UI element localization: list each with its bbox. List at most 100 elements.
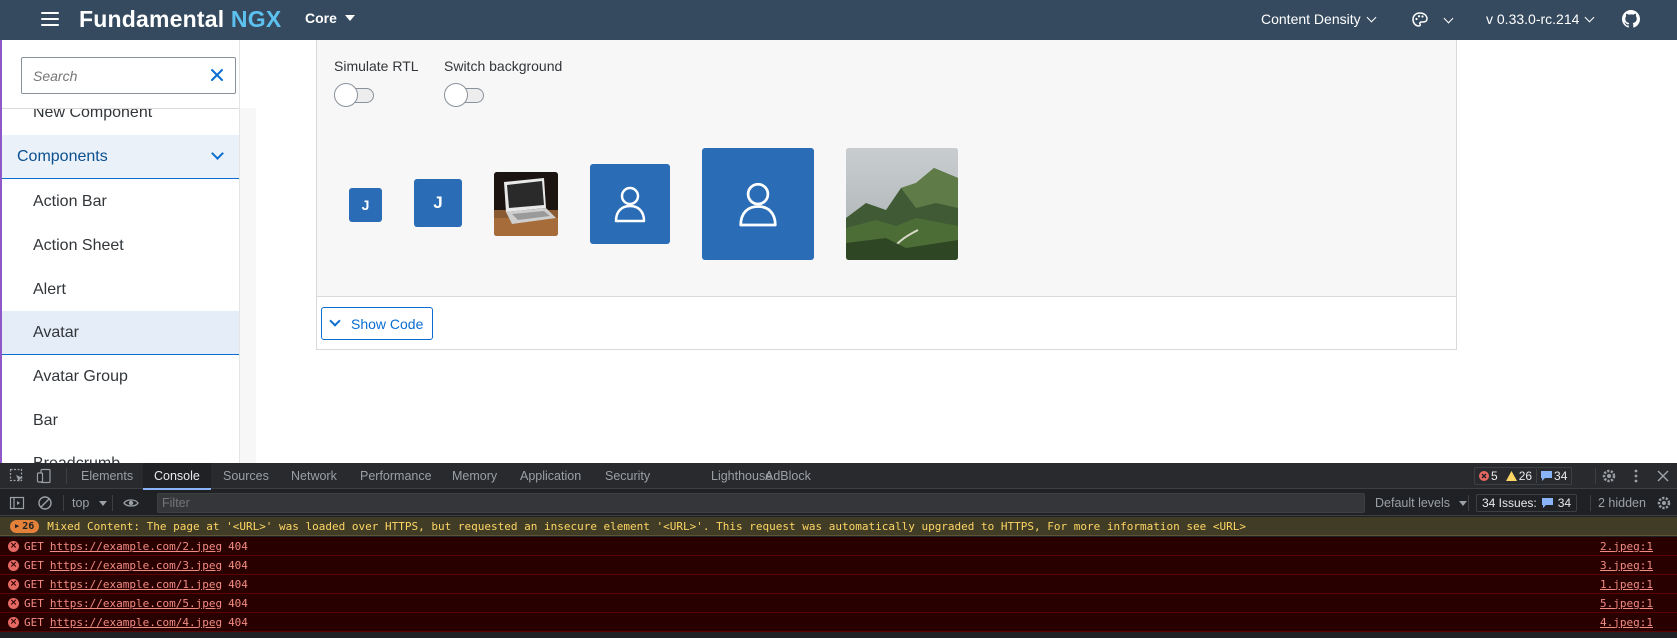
error-source-link[interactable]: 5.jpeg:1 (1600, 597, 1653, 610)
chevron-down-icon (1584, 12, 1595, 22)
sidebar-section-components[interactable]: Components (0, 135, 239, 179)
caret-down-icon (344, 15, 355, 21)
error-status-code: 404 (228, 596, 248, 610)
error-source-link[interactable]: 2.jpeg:1 (1600, 540, 1653, 553)
sidebar-item-action-bar[interactable]: Action Bar (0, 180, 239, 224)
hidden-messages-count: 2 hidden (1598, 496, 1646, 510)
github-link[interactable] (1622, 10, 1640, 28)
content-density-menu[interactable]: Content Density (1261, 11, 1377, 27)
close-icon[interactable] (209, 67, 225, 83)
tab-console[interactable]: Console (143, 463, 211, 490)
sidebar-toggle-icon[interactable] (9, 495, 25, 511)
show-code-button[interactable]: Show Code (321, 307, 434, 340)
error-source-link[interactable]: 1.jpeg:1 (1600, 578, 1653, 591)
divider (1590, 495, 1591, 511)
error-icon: × (8, 597, 19, 609)
sidebar-item-breadcrumb[interactable]: Breadcrumb (0, 442, 239, 463)
message-icon (1541, 471, 1553, 481)
theme-menu[interactable] (1411, 11, 1454, 29)
tab-sources[interactable]: Sources (219, 463, 273, 489)
avatar-image-landscape (846, 148, 958, 260)
context-label: top (72, 496, 90, 510)
sidebar-item-avatar-group[interactable]: Avatar Group (0, 355, 239, 399)
sidebar-item-action-sheet[interactable]: Action Sheet (0, 224, 239, 268)
sidebar-item-label: Avatar Group (33, 368, 128, 385)
error-status-code: 404 (228, 558, 248, 572)
error-url-link[interactable]: https://example.com/5.jpeg (50, 597, 222, 610)
clear-console-icon[interactable] (37, 495, 53, 511)
tab-application[interactable]: Application (516, 463, 585, 489)
issues-button[interactable]: 34 Issues: 34 (1476, 494, 1578, 512)
brand-main: Fundamental (79, 6, 225, 32)
error-source-link[interactable]: 4.jpeg:1 (1600, 616, 1653, 629)
tab-memory[interactable]: Memory (448, 463, 501, 489)
sidebar-scrollbar[interactable] (240, 108, 256, 463)
version-menu[interactable]: v 0.33.0-rc.214 (1486, 11, 1595, 27)
person-icon (739, 182, 777, 227)
error-count: 5 (1491, 469, 1498, 483)
avatar-initials-xs: J (349, 188, 382, 222)
inspect-element-icon[interactable] (9, 468, 25, 484)
more-options-icon[interactable] (1628, 468, 1644, 484)
console-settings-gear-icon[interactable] (1656, 495, 1672, 511)
console-filter-input[interactable] (157, 493, 1365, 513)
context-selector[interactable]: top (72, 496, 107, 510)
issue-counters[interactable]: 5 26 34 (1474, 467, 1573, 485)
avatar-icon-m (590, 164, 670, 244)
brand-title[interactable]: Fundamental NGX (79, 6, 281, 33)
issues-count: 34 (1557, 496, 1572, 510)
error-url-link[interactable]: https://example.com/4.jpeg (50, 616, 222, 629)
tab-security[interactable]: Security (601, 463, 654, 489)
person-icon (614, 186, 646, 223)
chevron-down-icon (1443, 13, 1454, 23)
eye-icon[interactable] (123, 495, 139, 511)
tab-performance[interactable]: Performance (356, 463, 436, 489)
palette-icon (1412, 12, 1428, 27)
search-field[interactable] (21, 57, 236, 94)
sidebar-item-alert[interactable]: Alert (0, 268, 239, 312)
sidebar: New Component Components Action Bar Acti… (0, 40, 240, 463)
divider (112, 495, 113, 511)
sidebar-item-bar[interactable]: Bar (0, 399, 239, 443)
product-menu-button[interactable]: Core (305, 10, 355, 26)
settings-gear-icon[interactable] (1601, 468, 1617, 484)
laptop-image (494, 172, 558, 236)
error-method: GET (24, 596, 44, 610)
hamburger-menu-icon[interactable] (41, 12, 59, 26)
tab-network[interactable]: Network (287, 463, 341, 489)
search-input[interactable] (33, 67, 203, 84)
tab-elements[interactable]: Elements (77, 463, 137, 489)
sidebar-item-label: Alert (33, 281, 66, 298)
info-count: 34 (1554, 469, 1568, 483)
version-label: v 0.33.0-rc.214 (1486, 11, 1580, 27)
warning-text: Mixed Content: The page at '<URL>' was l… (47, 519, 1246, 533)
error-method: GET (24, 539, 44, 553)
warning-repeat-count: 26 (22, 520, 35, 532)
error-source-link[interactable]: 3.jpeg:1 (1600, 559, 1653, 572)
avatar-image-laptop (494, 172, 558, 236)
divider (63, 495, 64, 511)
warning-counter: 26 (1502, 469, 1536, 483)
simulate-rtl-switch[interactable] (334, 83, 374, 107)
sidebar-item-new-component[interactable]: New Component (0, 109, 239, 135)
code-toolbar: Show Code (316, 297, 1457, 350)
console-error-message: × GET https://example.com/2.jpeg 404 2.j… (0, 537, 1677, 556)
console-warning-message[interactable]: ▶ 26 Mixed Content: The page at '<URL>' … (0, 517, 1677, 536)
switch-background-switch[interactable] (444, 83, 484, 107)
close-icon[interactable] (1655, 468, 1671, 484)
error-url-link[interactable]: https://example.com/3.jpeg (50, 559, 222, 572)
error-counter: 5 (1475, 469, 1502, 483)
error-url-link[interactable]: https://example.com/1.jpeg (50, 578, 222, 591)
sidebar-edge (0, 40, 2, 463)
error-url-link[interactable]: https://example.com/2.jpeg (50, 540, 222, 553)
tab-adblock[interactable]: AdBlock (761, 463, 815, 489)
expand-triangle-icon: ▶ (15, 521, 20, 530)
console-error-message: × GET https://example.com/1.jpeg 404 1.j… (0, 575, 1677, 594)
warning-repeat-badge: ▶ 26 (10, 519, 40, 533)
show-code-label: Show Code (351, 315, 424, 332)
sidebar-item-avatar[interactable]: Avatar (0, 311, 239, 355)
error-icon: × (8, 540, 19, 552)
log-levels-dropdown[interactable]: Default levels (1375, 496, 1467, 510)
console-error-message: × GET https://example.com/4.jpeg 404 4.j… (0, 613, 1677, 632)
device-toolbar-icon[interactable] (36, 468, 52, 484)
